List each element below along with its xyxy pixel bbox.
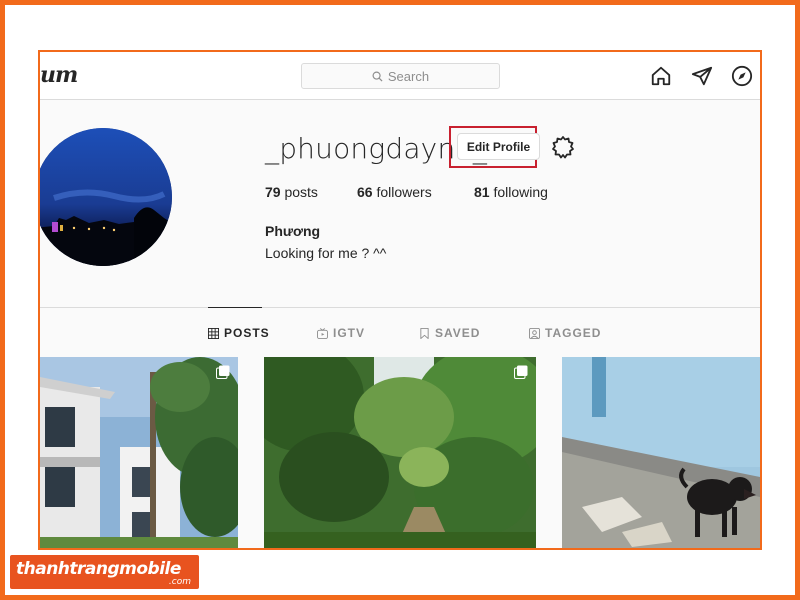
multiple-photos-icon (514, 365, 528, 379)
profile-bio: Looking for me ? ^^ (265, 245, 387, 261)
tab-posts-label: POSTS (224, 326, 270, 340)
tagged-icon (529, 327, 540, 339)
followers-label: followers (376, 184, 432, 200)
watermark-main: thanhtrangmobile (16, 559, 181, 579)
following-label: following (493, 184, 548, 200)
settings-gear-icon[interactable] (550, 134, 576, 160)
grid-post-dog[interactable] (562, 357, 760, 548)
tab-tagged-label: TAGGED (545, 326, 602, 340)
grid-icon (208, 327, 219, 339)
grid-post-building[interactable] (40, 357, 238, 548)
tab-saved-label: SAVED (435, 326, 481, 340)
posts-stat: 79 posts (265, 184, 318, 200)
igtv-icon (317, 327, 328, 339)
multiple-photos-icon (216, 365, 230, 379)
top-nav: um Search (40, 52, 760, 100)
watermark-logo: thanhtrangmobile .com (10, 555, 199, 589)
active-tab-indicator (208, 307, 262, 308)
bookmark-icon (420, 327, 429, 339)
watermark-sub: .com (168, 577, 191, 587)
explore-icon[interactable] (731, 65, 753, 87)
grid-post-forest[interactable] (264, 357, 536, 548)
search-placeholder: Search (387, 68, 430, 84)
followers-count: 66 (357, 184, 373, 200)
instagram-screenshot: um Search _phuongdayne_ Edit Profile 79 … (38, 50, 762, 550)
search-input[interactable]: Search (301, 63, 500, 89)
posts-label: posts (284, 184, 318, 200)
following-count: 81 (474, 184, 490, 200)
tab-posts[interactable]: POSTS (208, 326, 270, 340)
tab-igtv-label: IGTV (333, 326, 366, 340)
profile-avatar[interactable] (40, 128, 172, 266)
tab-igtv[interactable]: IGTV (317, 326, 365, 340)
following-stat[interactable]: 81 following (474, 184, 548, 200)
tab-tagged[interactable]: TAGGED (529, 326, 601, 340)
direct-message-icon[interactable] (691, 65, 713, 87)
search-icon (372, 71, 383, 82)
tab-saved[interactable]: SAVED (419, 326, 480, 340)
instagram-logo[interactable]: um (40, 62, 78, 88)
followers-stat[interactable]: 66 followers (357, 184, 432, 200)
home-icon[interactable] (650, 65, 672, 87)
profile-full-name: Phương (265, 223, 321, 239)
posts-count: 79 (265, 184, 281, 200)
edit-profile-button[interactable]: Edit Profile (457, 133, 540, 160)
tab-divider (40, 307, 760, 308)
